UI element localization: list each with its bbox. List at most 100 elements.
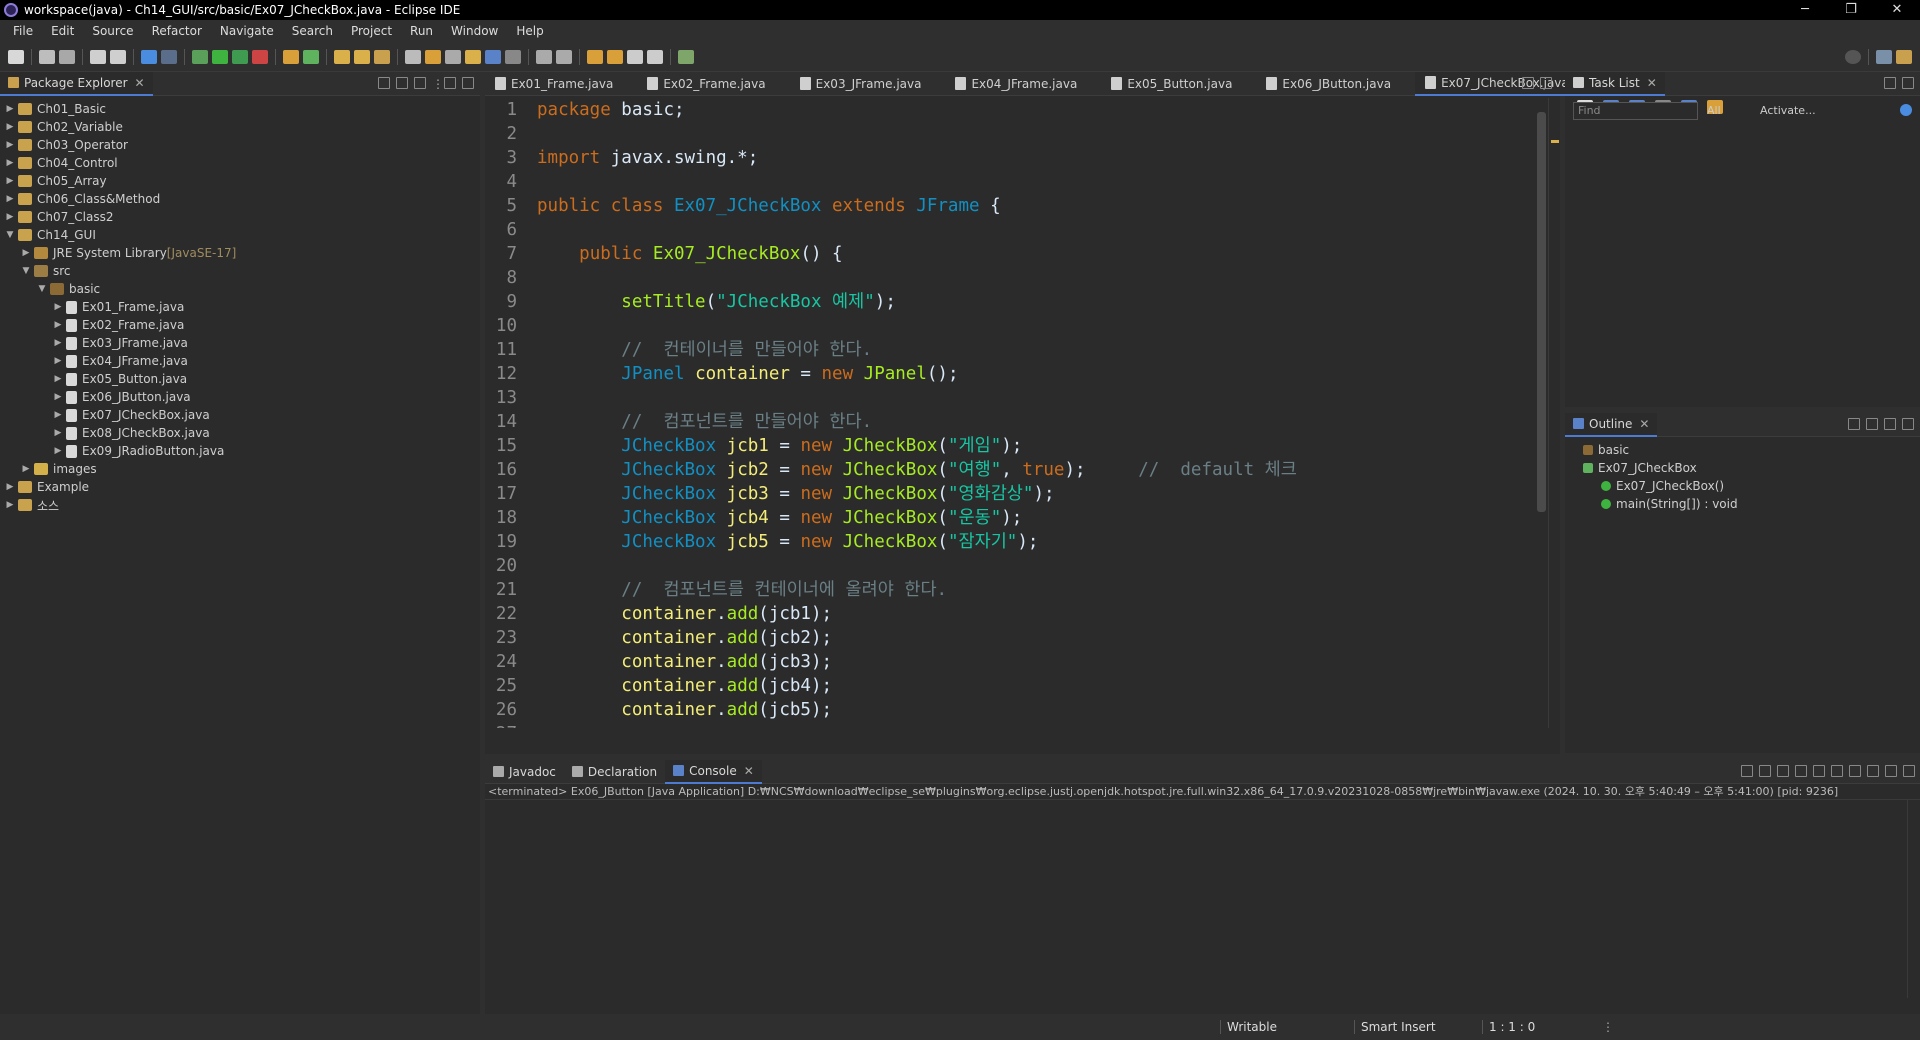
activate-link[interactable]: Activate...	[1760, 104, 1816, 117]
close-window-button[interactable]: ✕	[1874, 0, 1920, 20]
tree-item[interactable]: ▼ Ch14_GUI	[0, 226, 480, 244]
outline-item[interactable]: main(String[]) : void	[1565, 495, 1920, 513]
close-icon[interactable]: ✕	[1639, 417, 1649, 431]
tab-task-list[interactable]: Task List ✕	[1565, 71, 1665, 96]
close-icon[interactable]: ✕	[135, 76, 145, 90]
run-icon[interactable]	[212, 49, 228, 64]
scroll-lock-icon[interactable]	[1795, 765, 1807, 777]
chevron-right-icon[interactable]: ▶	[52, 428, 64, 438]
java-perspective-icon[interactable]	[1896, 49, 1912, 64]
restore-button[interactable]: ❐	[1828, 0, 1874, 20]
chevron-right-icon[interactable]: ▶	[52, 302, 64, 312]
minimize-view-icon[interactable]	[1884, 77, 1896, 89]
chevron-right-icon[interactable]: ▶	[4, 500, 16, 510]
chevron-right-icon[interactable]: ▶	[20, 464, 32, 474]
tree-item[interactable]: ▶ Ex03_JFrame.java	[0, 334, 480, 352]
maximize-view-icon[interactable]	[1902, 418, 1914, 430]
tree-item[interactable]: ▶ Ch02_Variable	[0, 118, 480, 136]
code-line[interactable]: 21 // 컴포넌트를 컨테이너에 올려야 한다.	[485, 578, 1530, 602]
outline-item[interactable]: Ex07_JCheckBox()	[1565, 477, 1920, 495]
editor-tab[interactable]: Ex01_Frame.java	[485, 72, 623, 96]
menu-search[interactable]: Search	[283, 24, 342, 38]
editor-tab[interactable]: Ex03_JFrame.java	[790, 72, 932, 96]
redo-icon[interactable]	[110, 49, 126, 64]
coverage-icon[interactable]	[232, 49, 248, 64]
code-line[interactable]: 20	[485, 554, 1530, 578]
open-perspective-icon[interactable]	[1876, 49, 1892, 64]
menu-edit[interactable]: Edit	[42, 24, 83, 38]
chevron-right-icon[interactable]: ▶	[4, 212, 16, 222]
minimize-view-icon[interactable]	[1885, 765, 1897, 777]
toggle-mark-icon[interactable]	[405, 49, 421, 64]
chevron-right-icon[interactable]: ▶	[4, 104, 16, 114]
chevron-right-icon[interactable]: ▶	[4, 122, 16, 132]
chevron-right-icon[interactable]: ▶	[52, 338, 64, 348]
chevron-right-icon[interactable]: ▶	[52, 446, 64, 456]
code-line[interactable]: 26 container. add (jcb5);	[485, 698, 1530, 722]
last-edit-icon[interactable]	[587, 49, 603, 64]
pin-console-icon[interactable]	[1831, 765, 1843, 777]
open-console-icon[interactable]	[1867, 765, 1879, 777]
tab-outline[interactable]: Outline ✕	[1565, 412, 1658, 437]
code-line[interactable]: 10	[485, 314, 1530, 338]
paragraph-icon[interactable]	[505, 49, 521, 64]
code-line[interactable]: 5 public class Ex07_JCheckBox extends JFr…	[485, 194, 1530, 218]
chevron-right-icon[interactable]: ▶	[4, 158, 16, 168]
link-editor-icon[interactable]	[396, 77, 408, 89]
code-line[interactable]: 2	[485, 122, 1530, 146]
code-line[interactable]: 17 JCheckBox jcb3 = new JCheckBox("영화감상"…	[485, 482, 1530, 506]
editor-tab[interactable]: Ex06_JButton.java	[1256, 72, 1401, 96]
editor-tab[interactable]: Ex04_JFrame.java	[945, 72, 1087, 96]
menu-refactor[interactable]: Refactor	[143, 24, 211, 38]
warning-marker[interactable]	[1551, 140, 1559, 143]
tree-item[interactable]: ▶ JRE System Library [JavaSE-17]	[0, 244, 480, 262]
tree-item[interactable]: ▶ Ex02_Frame.java	[0, 316, 480, 334]
save-icon[interactable]	[39, 49, 55, 64]
back-icon[interactable]	[607, 49, 623, 64]
code-line[interactable]: 18 JCheckBox jcb4 = new JCheckBox("운동");	[485, 506, 1530, 530]
chevron-right-icon[interactable]: ▶	[52, 374, 64, 384]
maximize-view-icon[interactable]	[1902, 77, 1914, 89]
whitespace-icon[interactable]	[485, 49, 501, 64]
chevron-right-icon[interactable]: ▶	[20, 248, 32, 258]
collapse-all-icon[interactable]	[378, 77, 390, 89]
code-line[interactable]: 24 container. add (jcb3);	[485, 650, 1530, 674]
chevron-down-icon[interactable]: ▼	[4, 230, 16, 240]
minimize-button[interactable]: ─	[1782, 0, 1828, 20]
tree-item[interactable]: ▶ Ch03_Operator	[0, 136, 480, 154]
search-toolbar-icon[interactable]	[374, 49, 390, 64]
open-task-icon[interactable]	[354, 49, 370, 64]
tree-item[interactable]: ▶ Ch01_Basic	[0, 100, 480, 118]
close-icon[interactable]: ✕	[744, 764, 754, 778]
code-line[interactable]: 11 // 컨테이너를 만들어야 한다.	[485, 338, 1530, 362]
remove-all-icon[interactable]	[1777, 765, 1789, 777]
chevron-down-icon[interactable]: ▼	[36, 284, 48, 294]
all-filter-label[interactable]: All	[1707, 104, 1721, 117]
tree-item[interactable]: ▶ Ch06_Class&Method	[0, 190, 480, 208]
help-icon[interactable]	[1900, 104, 1912, 116]
console-output[interactable]	[485, 800, 1910, 998]
new-class-icon[interactable]	[303, 49, 319, 64]
code-line[interactable]: 9 setTitle("JCheckBox 예제");	[485, 290, 1530, 314]
status-menu-icon[interactable]: ⋮	[1602, 1020, 1614, 1034]
code-line[interactable]: 8	[485, 266, 1530, 290]
code-line[interactable]: 3 import javax.swing.*;	[485, 146, 1530, 170]
editor-tab[interactable]: Ex02_Frame.java	[637, 72, 775, 96]
tree-item[interactable]: ▶ images	[0, 460, 480, 478]
external-tools-icon[interactable]	[252, 49, 268, 64]
save-all-icon[interactable]	[59, 49, 75, 64]
tree-item[interactable]: ▶ Ex09_JRadioButton.java	[0, 442, 480, 460]
code-line[interactable]: 27	[485, 722, 1530, 728]
close-icon[interactable]: ✕	[1647, 76, 1657, 90]
tree-item[interactable]: ▶ Ch04_Control	[0, 154, 480, 172]
code-line[interactable]: 23 container. add (jcb2);	[485, 626, 1530, 650]
find-input[interactable]: Find	[1573, 102, 1698, 120]
code-line[interactable]: 13	[485, 386, 1530, 410]
word-wrap-icon[interactable]	[465, 49, 481, 64]
chevron-right-icon[interactable]: ▶	[4, 176, 16, 186]
tree-item[interactable]: ▼ basic	[0, 280, 480, 298]
chevron-right-icon[interactable]: ▶	[52, 392, 64, 402]
menu-run[interactable]: Run	[401, 24, 442, 38]
remove-launch-icon[interactable]	[1759, 765, 1771, 777]
bottom-tab[interactable]: Console ✕	[665, 759, 762, 784]
